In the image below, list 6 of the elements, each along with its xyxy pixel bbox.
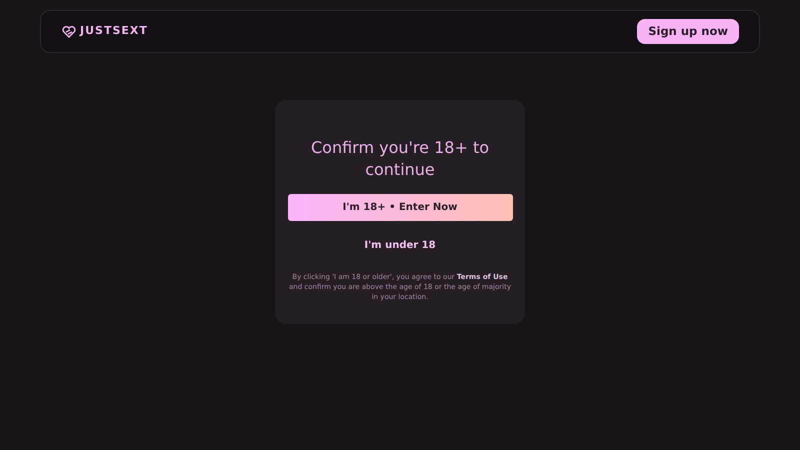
- enter-button[interactable]: I'm 18+ • Enter Now: [288, 194, 512, 221]
- heart-logo-icon: [62, 26, 76, 38]
- sign-up-button[interactable]: Sign up now: [637, 18, 739, 44]
- logo-text[interactable]: JUSTSEXT: [80, 23, 148, 40]
- under-18-link[interactable]: I'm under 18: [364, 238, 436, 253]
- age-gate-title: Confirm you're 18+ to continue: [310, 137, 490, 181]
